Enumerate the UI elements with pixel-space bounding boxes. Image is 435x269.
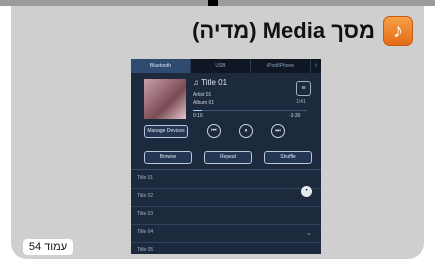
track-album: Album 01 [193,100,215,106]
page-title: מסך Media (מדיה) [192,18,375,43]
next-button[interactable]: ⏭ [271,124,285,138]
chevron-down-icon[interactable]: ⌄ [306,229,312,237]
track-count: 1/41 [296,99,306,105]
pause-button[interactable]: ⏸ [239,124,253,138]
header: ♪ מסך Media (מדיה) [192,14,413,48]
list-item[interactable]: Title 02 [131,188,321,207]
progress-fill [193,110,203,111]
source-tabs: Bluetooth USB iPod/iPhone › [131,59,321,73]
previous-button[interactable]: ⏮ [207,124,221,138]
repeat-button[interactable]: Repeat [204,151,252,164]
shuffle-button[interactable]: Shuffle [264,151,312,164]
track-artist: Artist 01 [193,92,212,98]
list-item-label: Title 02 [137,193,154,199]
media-screen: Bluetooth USB iPod/iPhone › ♫ Title 01 A… [131,59,321,254]
list-item-label: Title 04 [137,229,154,235]
list-item[interactable]: Title 05 [131,242,321,254]
browse-button[interactable]: Browse [144,151,192,164]
chevron-right-icon[interactable]: › [311,59,321,73]
progress-bar[interactable] [193,110,307,111]
list-item[interactable]: Title 04 [131,224,321,243]
scroll-indicator-icon[interactable]: • [301,186,312,197]
album-art [144,79,186,119]
list-item-label: Title 05 [137,247,154,253]
time-remaining: -3:30 [289,113,301,119]
list-icon[interactable]: ≡ [296,81,311,96]
tab-ipod[interactable]: iPod/iPhone [251,59,311,73]
list-item-label: Title 01 [137,175,154,181]
manage-devices-button[interactable]: Manage Devices [144,125,188,138]
page-number: עמוד 54 [23,239,73,255]
list-item[interactable]: Title 03 [131,206,321,225]
tab-bluetooth[interactable]: Bluetooth [131,59,191,73]
track-title: ♫ Title 01 [193,78,228,87]
list-item-label: Title 03 [137,211,154,217]
list-item[interactable]: Title 01 [131,170,321,189]
time-elapsed: 0:16 [193,113,203,119]
music-note-icon: ♪ [383,16,413,46]
tab-usb[interactable]: USB [191,59,251,73]
